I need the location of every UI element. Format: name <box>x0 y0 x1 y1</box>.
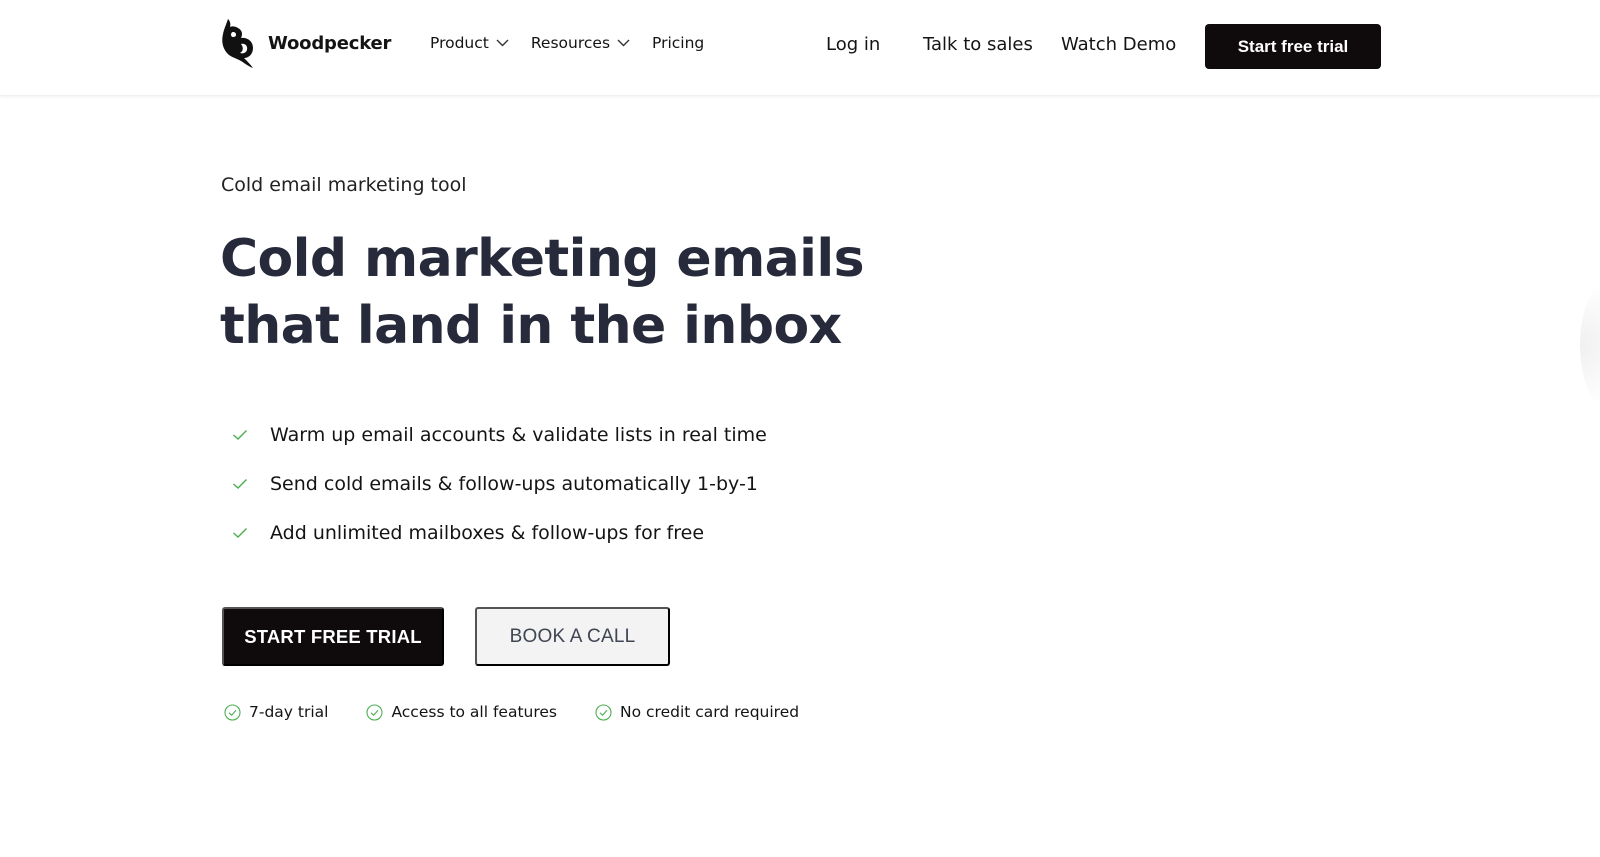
nav-product-label: Product <box>430 34 489 52</box>
hero-eyebrow: Cold email marketing tool <box>221 174 467 196</box>
check-circle-icon <box>595 703 612 721</box>
feature-text: Send cold emails & follow-ups automatica… <box>270 472 758 495</box>
nav-resources[interactable]: Resources <box>531 34 630 52</box>
decorative-edge-shadow <box>1580 280 1600 410</box>
check-icon <box>233 429 247 440</box>
site-header: Woodpecker Product Resources Pricing Log… <box>0 0 1600 96</box>
feature-item: Add unlimited mailboxes & follow-ups for… <box>232 508 767 557</box>
main-nav: Product Resources Pricing <box>430 34 726 52</box>
chevron-down-icon <box>496 39 509 47</box>
feature-item: Send cold emails & follow-ups automatica… <box>232 459 767 508</box>
perk-item: No credit card required <box>595 703 799 721</box>
hero-headline-line1: Cold marketing emails <box>220 229 865 289</box>
feature-text: Warm up email accounts & validate lists … <box>270 423 767 446</box>
watch-demo-link[interactable]: Watch Demo <box>1061 34 1176 55</box>
woodpecker-logo-icon <box>222 19 253 68</box>
nav-resources-label: Resources <box>530 34 611 52</box>
feature-list: Warm up email accounts & validate lists … <box>232 410 767 557</box>
check-icon <box>233 527 247 538</box>
login-link[interactable]: Log in <box>826 34 880 55</box>
perk-item: Access to all features <box>366 703 557 721</box>
feature-text: Add unlimited mailboxes & follow-ups for… <box>270 521 705 544</box>
brand-name: Woodpecker <box>268 32 392 54</box>
nav-pricing[interactable]: Pricing <box>652 34 704 52</box>
perk-text: No credit card required <box>620 703 800 721</box>
start-free-trial-button[interactable]: START FREE TRIAL <box>222 607 444 666</box>
hero-headline: Cold marketing emails that land in the i… <box>220 226 865 360</box>
check-circle-icon <box>224 703 241 721</box>
logo-link[interactable]: Woodpecker <box>220 17 391 69</box>
hero-headline-line2: that land in the inbox <box>220 296 842 356</box>
feature-item: Warm up email accounts & validate lists … <box>232 410 767 459</box>
perk-item: 7-day trial <box>224 703 328 721</box>
check-circle-icon <box>366 703 384 721</box>
trial-perks: 7-day trial Access to all features No cr… <box>224 703 799 721</box>
perk-text: 7-day trial <box>249 703 329 721</box>
book-a-call-button[interactable]: BOOK A CALL <box>475 607 670 666</box>
perk-text: Access to all features <box>391 703 558 721</box>
talk-to-sales-link[interactable]: Talk to sales <box>923 34 1033 55</box>
header-start-trial-button[interactable]: Start free trial <box>1205 24 1381 69</box>
nav-product[interactable]: Product <box>430 34 509 52</box>
chevron-down-icon <box>617 39 630 47</box>
nav-pricing-label: Pricing <box>652 34 705 52</box>
check-icon <box>233 478 247 489</box>
